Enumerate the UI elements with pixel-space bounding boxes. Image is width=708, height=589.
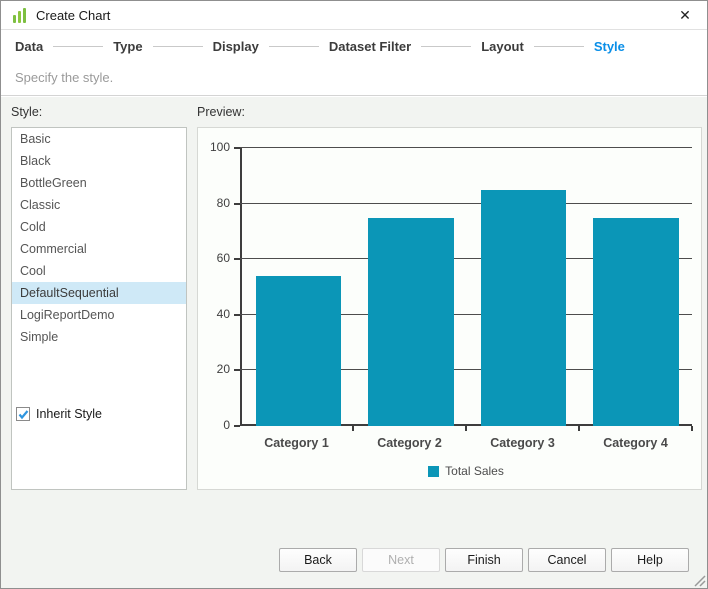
y-tick-label-100: 100	[198, 140, 230, 154]
legend-label: Total Sales	[445, 464, 504, 478]
x-label-category-3: Category 3	[466, 436, 579, 450]
checkmark-icon	[18, 409, 29, 420]
bar-slot-3	[467, 148, 580, 426]
preview-section: Preview: 020406080100Category 1Category …	[197, 105, 702, 588]
resize-grip[interactable]	[693, 574, 706, 587]
y-tick-label-80: 80	[198, 196, 230, 210]
x-tick-2	[465, 426, 467, 431]
help-button[interactable]: Help	[611, 548, 689, 572]
wizard-step-type[interactable]: Type	[113, 39, 142, 54]
list-item-cool[interactable]: Cool	[12, 260, 186, 282]
y-tick-80	[234, 203, 240, 205]
wizard-step-layout[interactable]: Layout	[481, 39, 524, 54]
chart-bars-icon	[13, 8, 26, 23]
y-tick-label-20: 20	[198, 362, 230, 376]
wizard-step-data[interactable]: Data	[15, 39, 43, 54]
style-list-label: Style:	[11, 105, 188, 121]
bar-category-4	[593, 218, 679, 427]
list-item-cold[interactable]: Cold	[12, 216, 186, 238]
step-connector	[269, 46, 319, 47]
style-list-section: Style: BasicBlackBottleGreenClassicColdC…	[11, 105, 188, 588]
x-labels-row: Category 1Category 2Category 3Category 4	[240, 436, 692, 450]
bar-category-1	[256, 276, 342, 426]
cancel-button[interactable]: Cancel	[528, 548, 606, 572]
inherit-style-label: Inherit Style	[36, 407, 102, 421]
window-title: Create Chart	[36, 8, 110, 23]
list-item-commercial[interactable]: Commercial	[12, 238, 186, 260]
step-connector	[153, 46, 203, 47]
bar-category-2	[368, 218, 454, 427]
list-item-defaultsequential[interactable]: DefaultSequential	[12, 282, 186, 304]
y-tick-label-40: 40	[198, 307, 230, 321]
finish-button[interactable]: Finish	[445, 548, 523, 572]
y-tick-60	[234, 258, 240, 260]
y-tick-100	[234, 147, 240, 149]
wizard-step-dataset-filter[interactable]: Dataset Filter	[329, 39, 411, 54]
step-connector	[421, 46, 471, 47]
bar-slot-1	[242, 148, 355, 426]
next-button: Next	[362, 548, 440, 572]
y-tick-20	[234, 369, 240, 371]
x-label-category-2: Category 2	[353, 436, 466, 450]
bars-container	[242, 148, 692, 426]
chart-legend: Total Sales	[240, 464, 692, 478]
chart-preview: 020406080100Category 1Category 2Category…	[197, 127, 702, 490]
step-connector	[534, 46, 584, 47]
list-item-basic[interactable]: Basic	[12, 128, 186, 150]
y-tick-label-0: 0	[198, 418, 230, 432]
inherit-style-row: Inherit Style	[16, 407, 102, 421]
titlebar: Create Chart ✕	[1, 1, 707, 30]
wizard-subtitle: Specify the style.	[1, 63, 707, 96]
back-button[interactable]: Back	[279, 548, 357, 572]
x-tick-1	[352, 426, 354, 431]
wizard-step-display[interactable]: Display	[213, 39, 259, 54]
x-label-category-1: Category 1	[240, 436, 353, 450]
list-item-classic[interactable]: Classic	[12, 194, 186, 216]
footer-buttons: BackNextFinishCancelHelp	[279, 548, 689, 572]
x-label-category-4: Category 4	[579, 436, 692, 450]
style-listbox[interactable]: BasicBlackBottleGreenClassicColdCommerci…	[11, 127, 187, 490]
close-icon[interactable]: ✕	[675, 5, 695, 25]
preview-label: Preview:	[197, 105, 702, 121]
bar-category-3	[481, 190, 567, 426]
list-item-black[interactable]: Black	[12, 150, 186, 172]
x-tick-3	[578, 426, 580, 431]
x-tick-4	[691, 426, 693, 431]
y-tick-40	[234, 314, 240, 316]
wizard-steps: Data Type Display Dataset Filter Layout Style	[1, 30, 707, 63]
list-item-bottlegreen[interactable]: BottleGreen	[12, 172, 186, 194]
bar-slot-2	[355, 148, 468, 426]
bar-slot-4	[580, 148, 693, 426]
list-item-simple[interactable]: Simple	[12, 326, 186, 348]
step-connector	[53, 46, 103, 47]
y-tick-label-60: 60	[198, 251, 230, 265]
wizard-step-style[interactable]: Style	[594, 39, 625, 54]
create-chart-dialog: Create Chart ✕ Data Type Display Dataset Fi…	[0, 0, 708, 589]
legend-swatch	[428, 466, 439, 477]
inherit-style-checkbox[interactable]	[16, 407, 30, 421]
dialog-content: Style: BasicBlackBottleGreenClassicColdC…	[1, 97, 707, 588]
y-tick-0	[234, 425, 240, 427]
list-item-logireportdemo[interactable]: LogiReportDemo	[12, 304, 186, 326]
